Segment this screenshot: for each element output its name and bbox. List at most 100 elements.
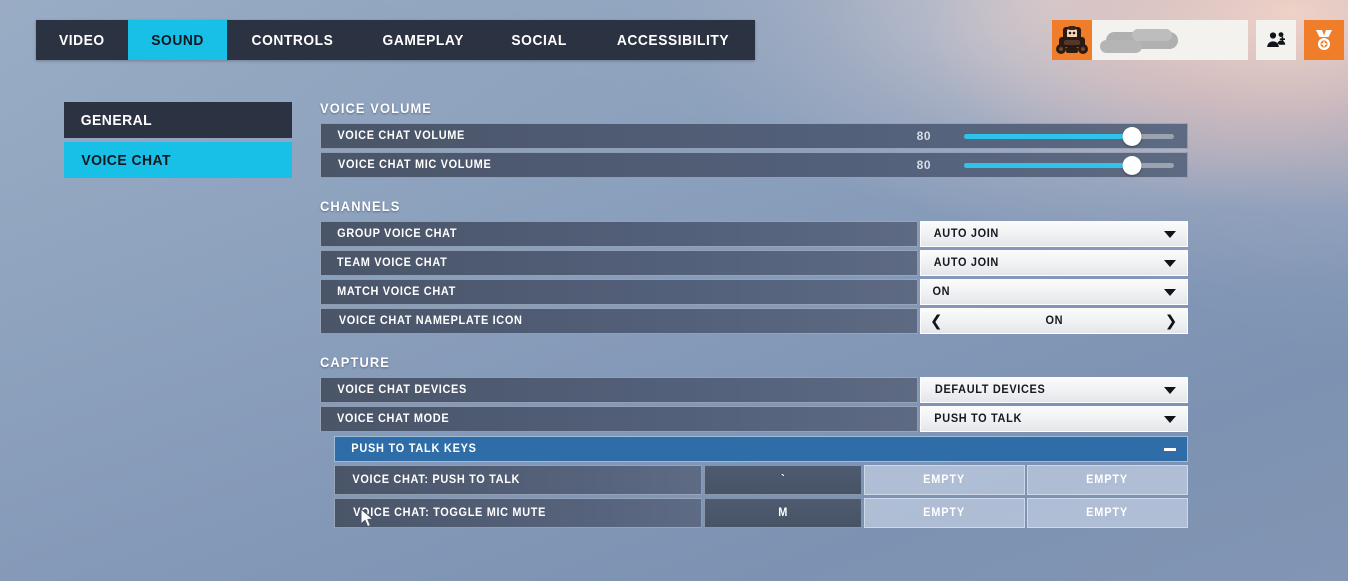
slider-knob[interactable] <box>1122 155 1142 175</box>
keybind-tertiary-slot[interactable]: EMPTY <box>1027 498 1188 528</box>
slider-knob[interactable] <box>1122 126 1142 146</box>
tab-gameplay[interactable]: GAMEPLAY <box>358 20 488 60</box>
keybind-tertiary-value: EMPTY <box>1086 474 1129 486</box>
setting-label: VOICE CHAT MIC VOLUME <box>338 159 492 171</box>
add-friend-icon[interactable] <box>1256 20 1296 60</box>
keybind-primary-value: M <box>778 507 788 519</box>
tab-label: CONTROLS <box>251 31 334 49</box>
tab-label: GAMEPLAY <box>382 31 464 49</box>
setting-label-container: VOICE CHAT NAMEPLATE ICON <box>320 308 918 334</box>
player-nameplate[interactable] <box>1092 20 1248 60</box>
keybind-label: VOICE CHAT: PUSH TO TALK <box>352 474 521 486</box>
section-title: VOICE VOLUME <box>320 100 1188 116</box>
group-header-label: PUSH TO TALK KEYS <box>351 443 477 455</box>
keybind-primary-slot[interactable]: ` <box>704 465 862 495</box>
tab-accessibility[interactable]: ACCESSIBILITY <box>591 20 755 60</box>
dropdown-value-container: AUTO JOIN <box>932 228 1164 240</box>
slider-fill <box>964 133 1132 139</box>
dropdown-value: PUSH TO TALK <box>934 413 1023 425</box>
dropdown-team-voice-chat[interactable]: AUTO JOIN <box>920 250 1188 276</box>
hero-portrait-icon[interactable] <box>1052 20 1092 60</box>
chevron-right-icon[interactable]: ❯ <box>1165 314 1178 329</box>
setting-row-voice-chat-devices: VOICE CHAT DEVICES DEFAULT DEVICES <box>320 377 1188 403</box>
sidebar-item-voice-chat[interactable]: VOICE CHAT <box>64 142 292 178</box>
tab-controls[interactable]: CONTROLS <box>227 20 358 60</box>
dropdown-match-voice-chat[interactable]: ON <box>920 279 1188 305</box>
chevron-down-icon <box>1164 259 1176 267</box>
setting-label: TEAM VOICE CHAT <box>336 257 448 269</box>
section-title-text: VOICE VOLUME <box>320 100 433 116</box>
setting-label: VOICE CHAT VOLUME <box>337 130 466 142</box>
setting-label-container: MATCH VOICE CHAT <box>320 279 918 305</box>
keybind-primary-value: ` <box>780 474 786 486</box>
setting-label: MATCH VOICE CHAT <box>337 286 457 298</box>
tab-label: SOCIAL <box>511 31 568 49</box>
settings-sidebar: GENERAL VOICE CHAT <box>64 102 292 182</box>
dropdown-group-voice-chat[interactable]: AUTO JOIN <box>920 221 1188 247</box>
chevron-down-icon <box>1164 415 1176 423</box>
setting-row-group-voice-chat: GROUP VOICE CHAT AUTO JOIN <box>320 221 1188 247</box>
setting-label-container: VOICE CHAT VOLUME 80 <box>320 123 1188 149</box>
minus-icon[interactable] <box>1164 447 1176 451</box>
setting-label: VOICE CHAT MODE <box>336 413 450 425</box>
section-voice-volume: VOICE VOLUME VOICE CHAT VOLUME 80 VOICE … <box>320 100 1188 178</box>
setting-label: GROUP VOICE CHAT <box>337 228 458 240</box>
section-channels: CHANNELS GROUP VOICE CHAT AUTO JOIN TEAM… <box>320 198 1188 334</box>
dropdown-value: ON <box>932 286 951 298</box>
chevron-down-icon <box>1164 230 1176 238</box>
mic-volume-slider[interactable] <box>964 155 1174 175</box>
dropdown-voice-chat-mode[interactable]: PUSH TO TALK <box>920 406 1188 432</box>
slider-fill <box>964 162 1132 168</box>
dropdown-value-container: AUTO JOIN <box>932 257 1164 269</box>
setting-label-container: TEAM VOICE CHAT <box>320 250 918 276</box>
dropdown-value: AUTO JOIN <box>933 257 1000 269</box>
setting-label-container: VOICE CHAT MODE <box>320 406 918 432</box>
dropdown-value-container: ON <box>932 286 1164 298</box>
tab-sound[interactable]: SOUND <box>127 20 227 60</box>
setting-row-team-voice-chat: TEAM VOICE CHAT AUTO JOIN <box>320 250 1188 276</box>
section-title: CHANNELS <box>320 198 1188 214</box>
keybind-tertiary-value: EMPTY <box>1086 507 1129 519</box>
chevron-down-icon <box>1164 386 1176 394</box>
keybind-secondary-value: EMPTY <box>923 474 966 486</box>
setting-label-container: GROUP VOICE CHAT <box>320 221 918 247</box>
player-name-redacted <box>1100 28 1178 53</box>
tab-label: ACCESSIBILITY <box>616 31 729 49</box>
setting-label: VOICE CHAT DEVICES <box>337 384 467 396</box>
keybind-tertiary-slot[interactable]: EMPTY <box>1027 465 1188 495</box>
chevron-down-icon <box>1164 288 1176 296</box>
keybind-label-container: VOICE CHAT: TOGGLE MIC MUTE <box>334 498 702 528</box>
setting-label-container: VOICE CHAT MIC VOLUME 80 <box>320 152 1188 178</box>
keybind-primary-slot[interactable]: M <box>704 498 862 528</box>
dropdown-value-container: DEFAULT DEVICES <box>932 384 1164 396</box>
sidebar-item-general[interactable]: GENERAL <box>64 102 292 138</box>
keybind-secondary-value: EMPTY <box>923 507 966 519</box>
settings-panel: VOICE VOLUME VOICE CHAT VOLUME 80 VOICE … <box>320 100 1188 548</box>
stepper-value: ON <box>1045 315 1063 327</box>
keybind-row-toggle-mic-mute: VOICE CHAT: TOGGLE MIC MUTE M EMPTY EMPT… <box>334 498 1188 528</box>
section-capture: CAPTURE VOICE CHAT DEVICES DEFAULT DEVIC… <box>320 354 1188 528</box>
stepper-voice-chat-nameplate-icon[interactable]: ❮ ON ❯ <box>920 308 1188 334</box>
keybind-secondary-slot[interactable]: EMPTY <box>864 465 1025 495</box>
setting-row-voice-chat-volume[interactable]: VOICE CHAT VOLUME 80 <box>320 123 1188 149</box>
settings-tab-bar: VIDEO SOUND CONTROLS GAMEPLAY SOCIAL ACC… <box>36 20 755 60</box>
dropdown-value: DEFAULT DEVICES <box>934 384 1046 396</box>
keybind-row-push-to-talk: VOICE CHAT: PUSH TO TALK ` EMPTY EMPTY <box>334 465 1188 495</box>
dropdown-voice-chat-devices[interactable]: DEFAULT DEVICES <box>920 377 1188 403</box>
tab-video[interactable]: VIDEO <box>36 20 128 60</box>
keybind-label: VOICE CHAT: TOGGLE MIC MUTE <box>353 507 547 519</box>
dropdown-value: AUTO JOIN <box>933 228 1000 240</box>
chevron-left-icon[interactable]: ❮ <box>930 314 943 329</box>
tab-label: SOUND <box>150 31 204 49</box>
account-widget <box>1052 20 1344 60</box>
tab-social[interactable]: SOCIAL <box>488 20 590 60</box>
dropdown-value-container: PUSH TO TALK <box>932 413 1164 425</box>
keybind-secondary-slot[interactable]: EMPTY <box>864 498 1025 528</box>
setting-row-voice-chat-mic-volume[interactable]: VOICE CHAT MIC VOLUME 80 <box>320 152 1188 178</box>
push-to-talk-keys-header[interactable]: PUSH TO TALK KEYS <box>334 436 1188 462</box>
volume-slider[interactable] <box>964 126 1174 146</box>
section-title-text: CHANNELS <box>320 198 401 214</box>
tab-label: VIDEO <box>58 31 105 49</box>
endorsement-medal-icon[interactable] <box>1304 20 1344 60</box>
setting-label: VOICE CHAT NAMEPLATE ICON <box>338 315 523 327</box>
